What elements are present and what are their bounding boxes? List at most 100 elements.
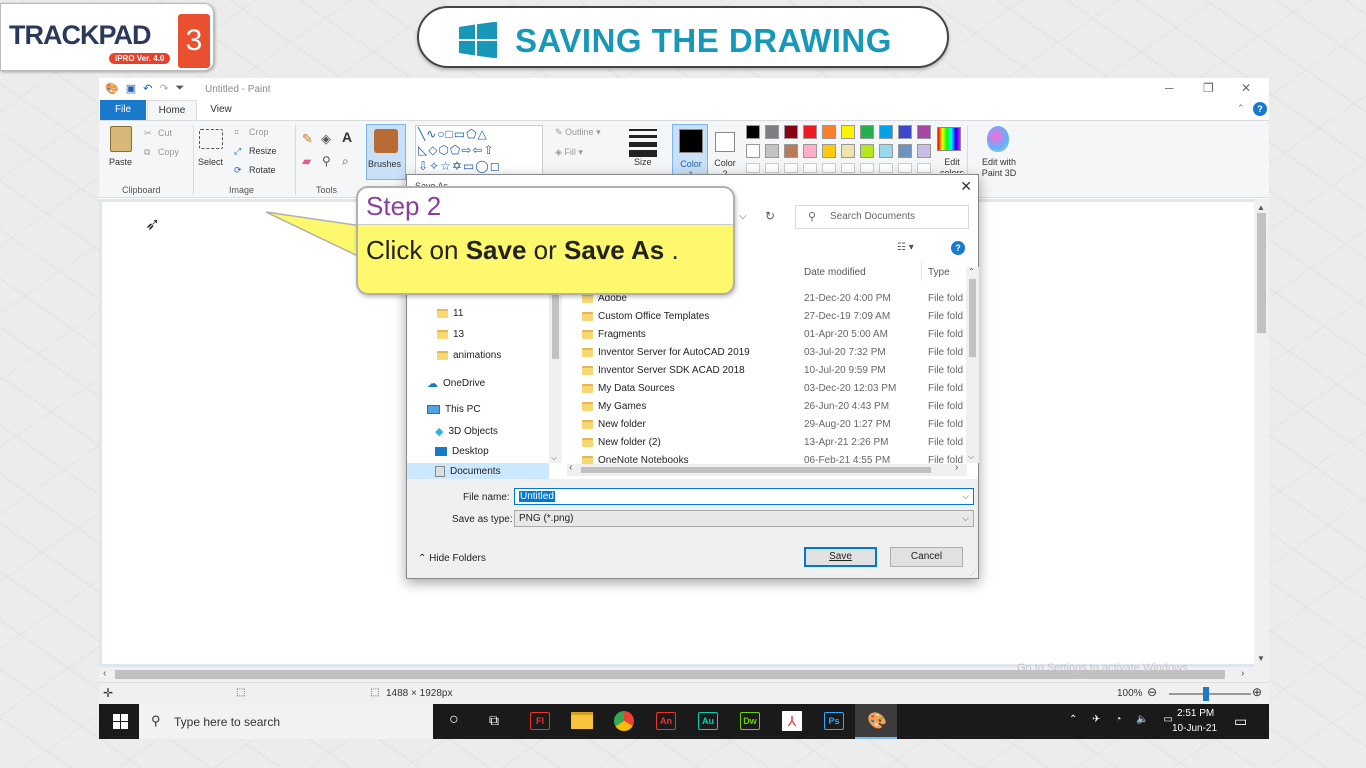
file-explorer-icon[interactable] <box>571 712 593 729</box>
help-icon[interactable]: ? <box>1253 102 1267 116</box>
undo-icon[interactable]: ↶ <box>143 82 152 95</box>
nav-item-this-pc[interactable]: This PC <box>427 404 481 415</box>
palette-swatch[interactable] <box>803 144 817 158</box>
magnifier-icon[interactable]: ⌕ <box>342 154 349 169</box>
minimize-button[interactable]: ─ <box>1165 81 1174 95</box>
outline-button[interactable]: ✎ Outline ▾ <box>555 127 601 138</box>
refresh-icon[interactable]: ↻ <box>765 209 775 223</box>
crop-button[interactable]: Crop <box>249 127 269 137</box>
flash-app-icon[interactable]: Fl <box>530 712 550 730</box>
fill-bucket-icon[interactable]: ◈ <box>321 131 331 147</box>
zoom-slider[interactable] <box>1169 693 1251 695</box>
pencil-icon[interactable]: ✎ <box>302 131 313 147</box>
dialog-help-icon[interactable]: ? <box>951 241 965 255</box>
customize-qat-icon[interactable]: ⏷ <box>176 82 185 95</box>
file-row[interactable]: New folder (2) 13-Apr-21 2:26 PM File fold <box>579 434 971 452</box>
rotate-button[interactable]: Rotate <box>249 165 276 175</box>
palette-empty-swatch[interactable] <box>898 163 912 173</box>
brushes-button[interactable]: Brushes <box>366 124 406 180</box>
save-icon[interactable]: ▣ <box>126 82 136 95</box>
acrobat-icon[interactable]: ⅄ <box>782 711 802 731</box>
edit-colors-button[interactable]: Edit colors <box>939 157 965 173</box>
palette-empty-swatch[interactable] <box>784 163 798 173</box>
palette-swatch[interactable] <box>746 125 760 139</box>
clock-date[interactable]: 10-Jun-21 <box>1172 723 1217 734</box>
column-type[interactable]: Type <box>928 267 950 278</box>
palette-swatch[interactable] <box>841 144 855 158</box>
hide-folders-button[interactable]: ⌃ Hide Folders <box>418 553 486 564</box>
tab-home[interactable]: Home <box>147 100 197 120</box>
color-picker-icon[interactable]: ⚲ <box>322 154 331 168</box>
color2-button[interactable]: Color 2 <box>711 124 741 180</box>
zoom-in-icon[interactable]: ⊕ <box>1252 685 1262 699</box>
palette-swatch[interactable] <box>860 144 874 158</box>
nav-item-documents[interactable]: Documents <box>435 466 501 477</box>
select-button[interactable]: Select <box>198 157 223 167</box>
copy-button[interactable]: Copy <box>158 147 179 157</box>
palette-empty-swatch[interactable] <box>841 163 855 173</box>
file-list-vscrollbar[interactable]: ⌃ ⌵ <box>966 267 979 463</box>
palette-swatch[interactable] <box>898 144 912 158</box>
paste-button[interactable]: Paste <box>109 157 132 167</box>
palette-swatch[interactable] <box>784 144 798 158</box>
palette-swatch[interactable] <box>841 125 855 139</box>
cut-button[interactable]: Cut <box>158 128 172 138</box>
dialog-close-button[interactable]: ✕ <box>960 178 972 195</box>
palette-swatch[interactable] <box>860 125 874 139</box>
redo-icon[interactable]: ↷ <box>159 82 168 95</box>
paint-taskbar-button[interactable]: 🎨 <box>855 704 897 739</box>
palette-swatch[interactable] <box>765 144 779 158</box>
size-button[interactable]: Size <box>634 157 652 167</box>
palette-swatch[interactable] <box>784 125 798 139</box>
palette-empty-swatch[interactable] <box>879 163 893 173</box>
file-row[interactable]: Inventor Server SDK ACAD 2018 10-Jul-20 9… <box>579 362 971 380</box>
nav-item-11[interactable]: 11 <box>437 308 463 319</box>
palette-swatch[interactable] <box>822 144 836 158</box>
file-row[interactable]: New folder 29-Aug-20 1:27 PM File fold <box>579 416 971 434</box>
palette-swatch[interactable] <box>822 125 836 139</box>
shapes-gallery[interactable]: ╲∿○□▭⬠△ ◺◇⬡⬠⇨⇦⇧ ⇩✧☆✡▭◯◻ <box>415 125 543 177</box>
task-view-icon[interactable]: ⧉ <box>489 712 499 729</box>
restore-button[interactable]: ❐ <box>1203 81 1214 95</box>
zoom-slider-thumb[interactable] <box>1203 687 1209 701</box>
palette-empty-swatch[interactable] <box>822 163 836 173</box>
nav-item-animations[interactable]: animations <box>437 350 501 361</box>
resize-grip-icon[interactable]: ⋰ <box>970 569 977 577</box>
palette-swatch[interactable] <box>879 125 893 139</box>
nav-item-desktop[interactable]: Desktop <box>435 446 489 457</box>
palette-empty-swatch[interactable] <box>860 163 874 173</box>
address-dropdown-icon[interactable]: ⌵ <box>739 211 747 222</box>
chrome-icon[interactable] <box>614 711 634 731</box>
color1-button[interactable]: Color 1 <box>672 124 708 180</box>
palette-swatch[interactable] <box>746 144 760 158</box>
photoshop-app-icon[interactable]: Ps <box>824 712 844 730</box>
palette-empty-swatch[interactable] <box>746 163 760 173</box>
palette-empty-swatch[interactable] <box>803 163 817 173</box>
palette-swatch[interactable] <box>917 144 931 158</box>
palette-swatch[interactable] <box>898 125 912 139</box>
collapse-ribbon-icon[interactable]: ⌃ <box>1237 103 1245 114</box>
column-date-modified[interactable]: Date modified <box>804 267 866 278</box>
palette-swatch[interactable] <box>803 125 817 139</box>
close-button[interactable]: ✕ <box>1241 81 1251 95</box>
cortana-icon[interactable]: ○ <box>449 711 459 729</box>
taskbar-search[interactable]: ⚲ Type here to search <box>139 704 433 739</box>
tab-file[interactable]: File <box>100 100 146 120</box>
file-row[interactable]: My Games 26-Jun-20 4:43 PM File fold <box>579 398 971 416</box>
palette-empty-swatch[interactable] <box>765 163 779 173</box>
nav-item-3d-objects[interactable]: ◆ 3D Objects <box>435 425 498 438</box>
palette-empty-swatch[interactable] <box>917 163 931 173</box>
nav-item-onedrive[interactable]: ☁ OneDrive <box>427 377 485 390</box>
text-tool-icon[interactable]: A <box>342 129 352 145</box>
notification-icon[interactable]: ▭ <box>1234 713 1247 730</box>
nav-item-13[interactable]: 13 <box>437 329 464 340</box>
vertical-scrollbar[interactable]: ▲ ▼ <box>1254 199 1269 667</box>
palette-swatch[interactable] <box>879 144 893 158</box>
zoom-out-icon[interactable]: ⊖ <box>1147 685 1157 699</box>
resize-button[interactable]: Resize <box>249 146 277 156</box>
search-documents-input[interactable]: ⚲ Search Documents <box>795 205 969 229</box>
save-as-type-select[interactable]: PNG (*.png) ⌵ <box>514 510 974 527</box>
file-list-hscrollbar[interactable]: ‹ › <box>567 462 967 476</box>
clock-time[interactable]: 2:51 PM <box>1177 708 1214 719</box>
nav-scrollbar[interactable]: ⌵ <box>549 267 562 463</box>
